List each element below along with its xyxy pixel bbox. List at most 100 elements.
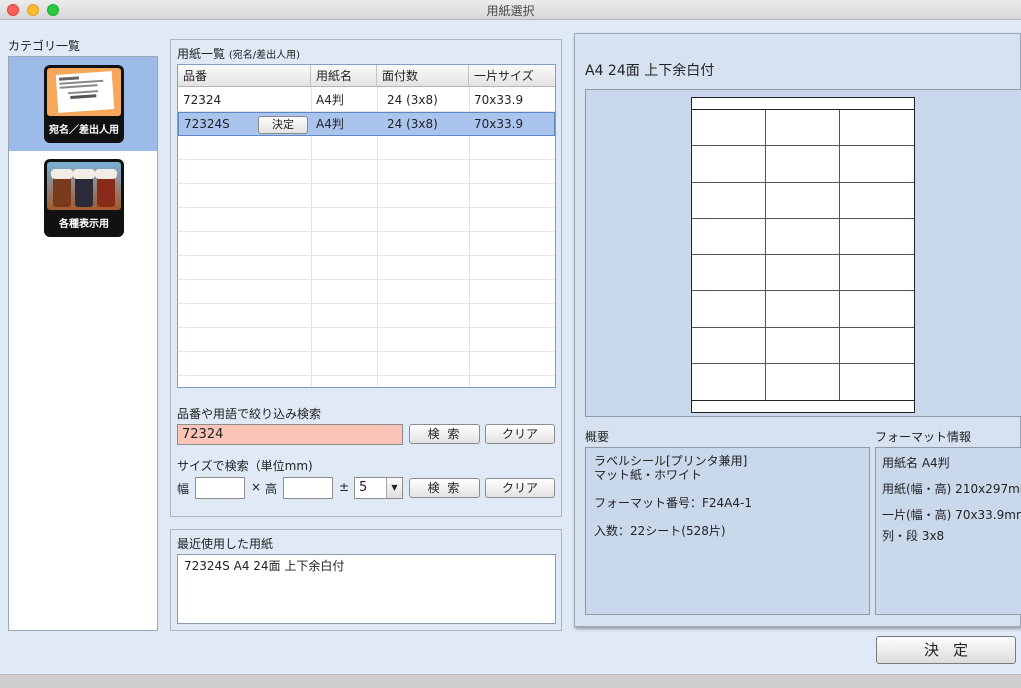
- height-input[interactable]: [283, 477, 333, 499]
- label-cell: [692, 291, 766, 328]
- cell-size: 70x33.9: [474, 117, 524, 131]
- table-row-selected[interactable]: 72324S 決定 A4判 24 (3x8) 70x33.9: [178, 112, 555, 136]
- label-cell: [692, 327, 766, 364]
- category-label: 各種表示用: [59, 219, 109, 230]
- recent-group: 最近使用した用紙 72324S A4 24面 上下余白付: [170, 529, 562, 631]
- bottom-bar: [0, 674, 1021, 688]
- label-cell: [840, 291, 914, 328]
- size-search-button[interactable]: 検 索: [409, 478, 480, 498]
- recent-item[interactable]: 72324S A4 24面 上下余白付: [184, 557, 549, 574]
- label-cell: [692, 218, 766, 255]
- label-cell: [840, 255, 914, 292]
- width-label: 幅: [177, 482, 190, 496]
- keyword-clear-button[interactable]: クリア: [485, 424, 555, 444]
- cell-count: 24 (3x8): [387, 93, 438, 107]
- category-item-display[interactable]: 各種表示用: [9, 151, 157, 245]
- column-header-size[interactable]: 一片サイズ: [469, 65, 555, 87]
- label-cell: [766, 327, 840, 364]
- label-cell: [766, 146, 840, 183]
- summary-title: 概要: [585, 430, 610, 444]
- format-number: フォーマット番号：F24A4-1: [594, 496, 752, 510]
- format-paper-name: 用紙名 A4判: [882, 456, 950, 470]
- keyword-search-input[interactable]: 72324: [177, 424, 403, 445]
- format-paper-size: 用紙(幅・高) 210x297mm: [882, 482, 1021, 496]
- column-header-paper[interactable]: 用紙名: [311, 65, 377, 87]
- label-cell: [840, 219, 914, 255]
- label-cell: [766, 110, 840, 147]
- address-label-thumbnail: 宛名／差出人用: [44, 65, 124, 143]
- jars-image: [47, 162, 121, 210]
- label-cell: [692, 363, 766, 400]
- preview-panel: A4 24面 上下余白付 概要 ラベルシール[プリンタ兼用] マット紙・ホワイト…: [574, 33, 1021, 627]
- display-label-thumbnail: 各種表示用: [44, 159, 124, 237]
- label-cell: [840, 328, 914, 364]
- label-cell: [766, 363, 840, 400]
- label-sheet: [691, 97, 915, 413]
- bottom-margin: [692, 400, 914, 412]
- keyword-search-label: 品番や用語で絞り込み検索: [177, 407, 322, 421]
- label-cell: [840, 364, 914, 400]
- label-cell: [692, 110, 766, 147]
- table-row[interactable]: 72324 A4判 24 (3x8) 70x33.9: [178, 88, 555, 112]
- label-cell: [840, 110, 914, 147]
- cell-paper: A4判: [316, 117, 344, 131]
- quantity: 入数：22シート(528片): [594, 524, 726, 538]
- label-cell: [766, 291, 840, 328]
- label-cell: [766, 182, 840, 219]
- layout-preview: [585, 89, 1021, 417]
- size-search-label: サイズで検索（単位mm): [177, 459, 313, 473]
- row-confirm-button[interactable]: 決定: [258, 116, 308, 134]
- tolerance-value: 5: [359, 480, 368, 495]
- table-header: 品番 用紙名 面付数 一片サイズ: [178, 65, 555, 87]
- tolerance-select[interactable]: 5 ▼: [354, 477, 403, 499]
- column-header-code[interactable]: 品番: [178, 65, 311, 87]
- title-bar: 用紙選択: [0, 0, 1021, 20]
- jar-icon: [95, 169, 117, 207]
- cell-size: 70x33.9: [474, 93, 524, 107]
- format-piece-size: 一片(幅・高) 70x33.9mm: [882, 508, 1021, 522]
- address-card-icon: [55, 71, 115, 113]
- format-info-title: フォーマット情報: [875, 430, 972, 444]
- label-cell: [840, 146, 914, 183]
- category-list: 宛名／差出人用 各種表示用: [8, 56, 158, 631]
- summary-line1: ラベルシール[プリンタ兼用]: [594, 454, 748, 468]
- recent-title: 最近使用した用紙: [177, 537, 274, 551]
- paper-table[interactable]: 品番 用紙名 面付数 一片サイズ 72324 A4判 24 (3x8) 70x3…: [177, 64, 556, 388]
- format-col-row: 列・段 3x8: [882, 529, 945, 543]
- column-header-count[interactable]: 面付数: [377, 65, 469, 87]
- cell-code: 72324: [183, 93, 222, 107]
- height-label: 高: [265, 482, 278, 496]
- confirm-button[interactable]: 決定: [876, 636, 1016, 664]
- label-grid: [692, 110, 914, 400]
- width-input[interactable]: [195, 477, 245, 499]
- chevron-down-icon[interactable]: ▼: [386, 478, 402, 498]
- top-margin: [692, 98, 914, 110]
- paper-list-title: 用紙一覧 (宛名/差出人用): [177, 45, 300, 62]
- plusminus-sign: ±: [339, 480, 350, 494]
- size-clear-button[interactable]: クリア: [485, 478, 555, 498]
- label-cell: [766, 218, 840, 255]
- jar-icon: [73, 169, 95, 207]
- category-title: カテゴリ一覧: [8, 39, 81, 53]
- paper-list-group: 用紙一覧 (宛名/差出人用) 品番 用紙名 面付数 一片サイズ 72324 A4…: [170, 39, 562, 517]
- summary-line2: マット紙・ホワイト: [594, 468, 703, 482]
- label-cell: [692, 255, 766, 292]
- cell-code: 72324S: [184, 117, 230, 131]
- label-cell: [692, 146, 766, 183]
- summary-box: ラベルシール[プリンタ兼用] マット紙・ホワイト フォーマット番号：F24A4-…: [585, 447, 870, 615]
- dialog-content: カテゴリ一覧 宛名／差出人用 各種表示用 用紙一覧 (宛名/差出人用) 品番 用…: [0, 21, 1021, 674]
- times-sign: ×: [251, 480, 262, 494]
- category-item-address[interactable]: 宛名／差出人用: [9, 57, 157, 151]
- size-search-row: 幅 × 高 ± 5 ▼ 検 索 クリア: [177, 477, 557, 499]
- category-label: 宛名／差出人用: [49, 125, 119, 136]
- address-card-image: [47, 68, 121, 116]
- keyword-search-button[interactable]: 検 索: [409, 424, 480, 444]
- paper-list-title-text: 用紙一覧: [177, 47, 226, 61]
- preview-title: A4 24面 上下余白付: [585, 63, 715, 79]
- jar-icon: [51, 169, 73, 207]
- label-cell: [840, 183, 914, 219]
- cell-paper: A4判: [316, 93, 344, 107]
- label-cell: [766, 255, 840, 292]
- label-cell: [692, 182, 766, 219]
- cell-count: 24 (3x8): [387, 117, 438, 131]
